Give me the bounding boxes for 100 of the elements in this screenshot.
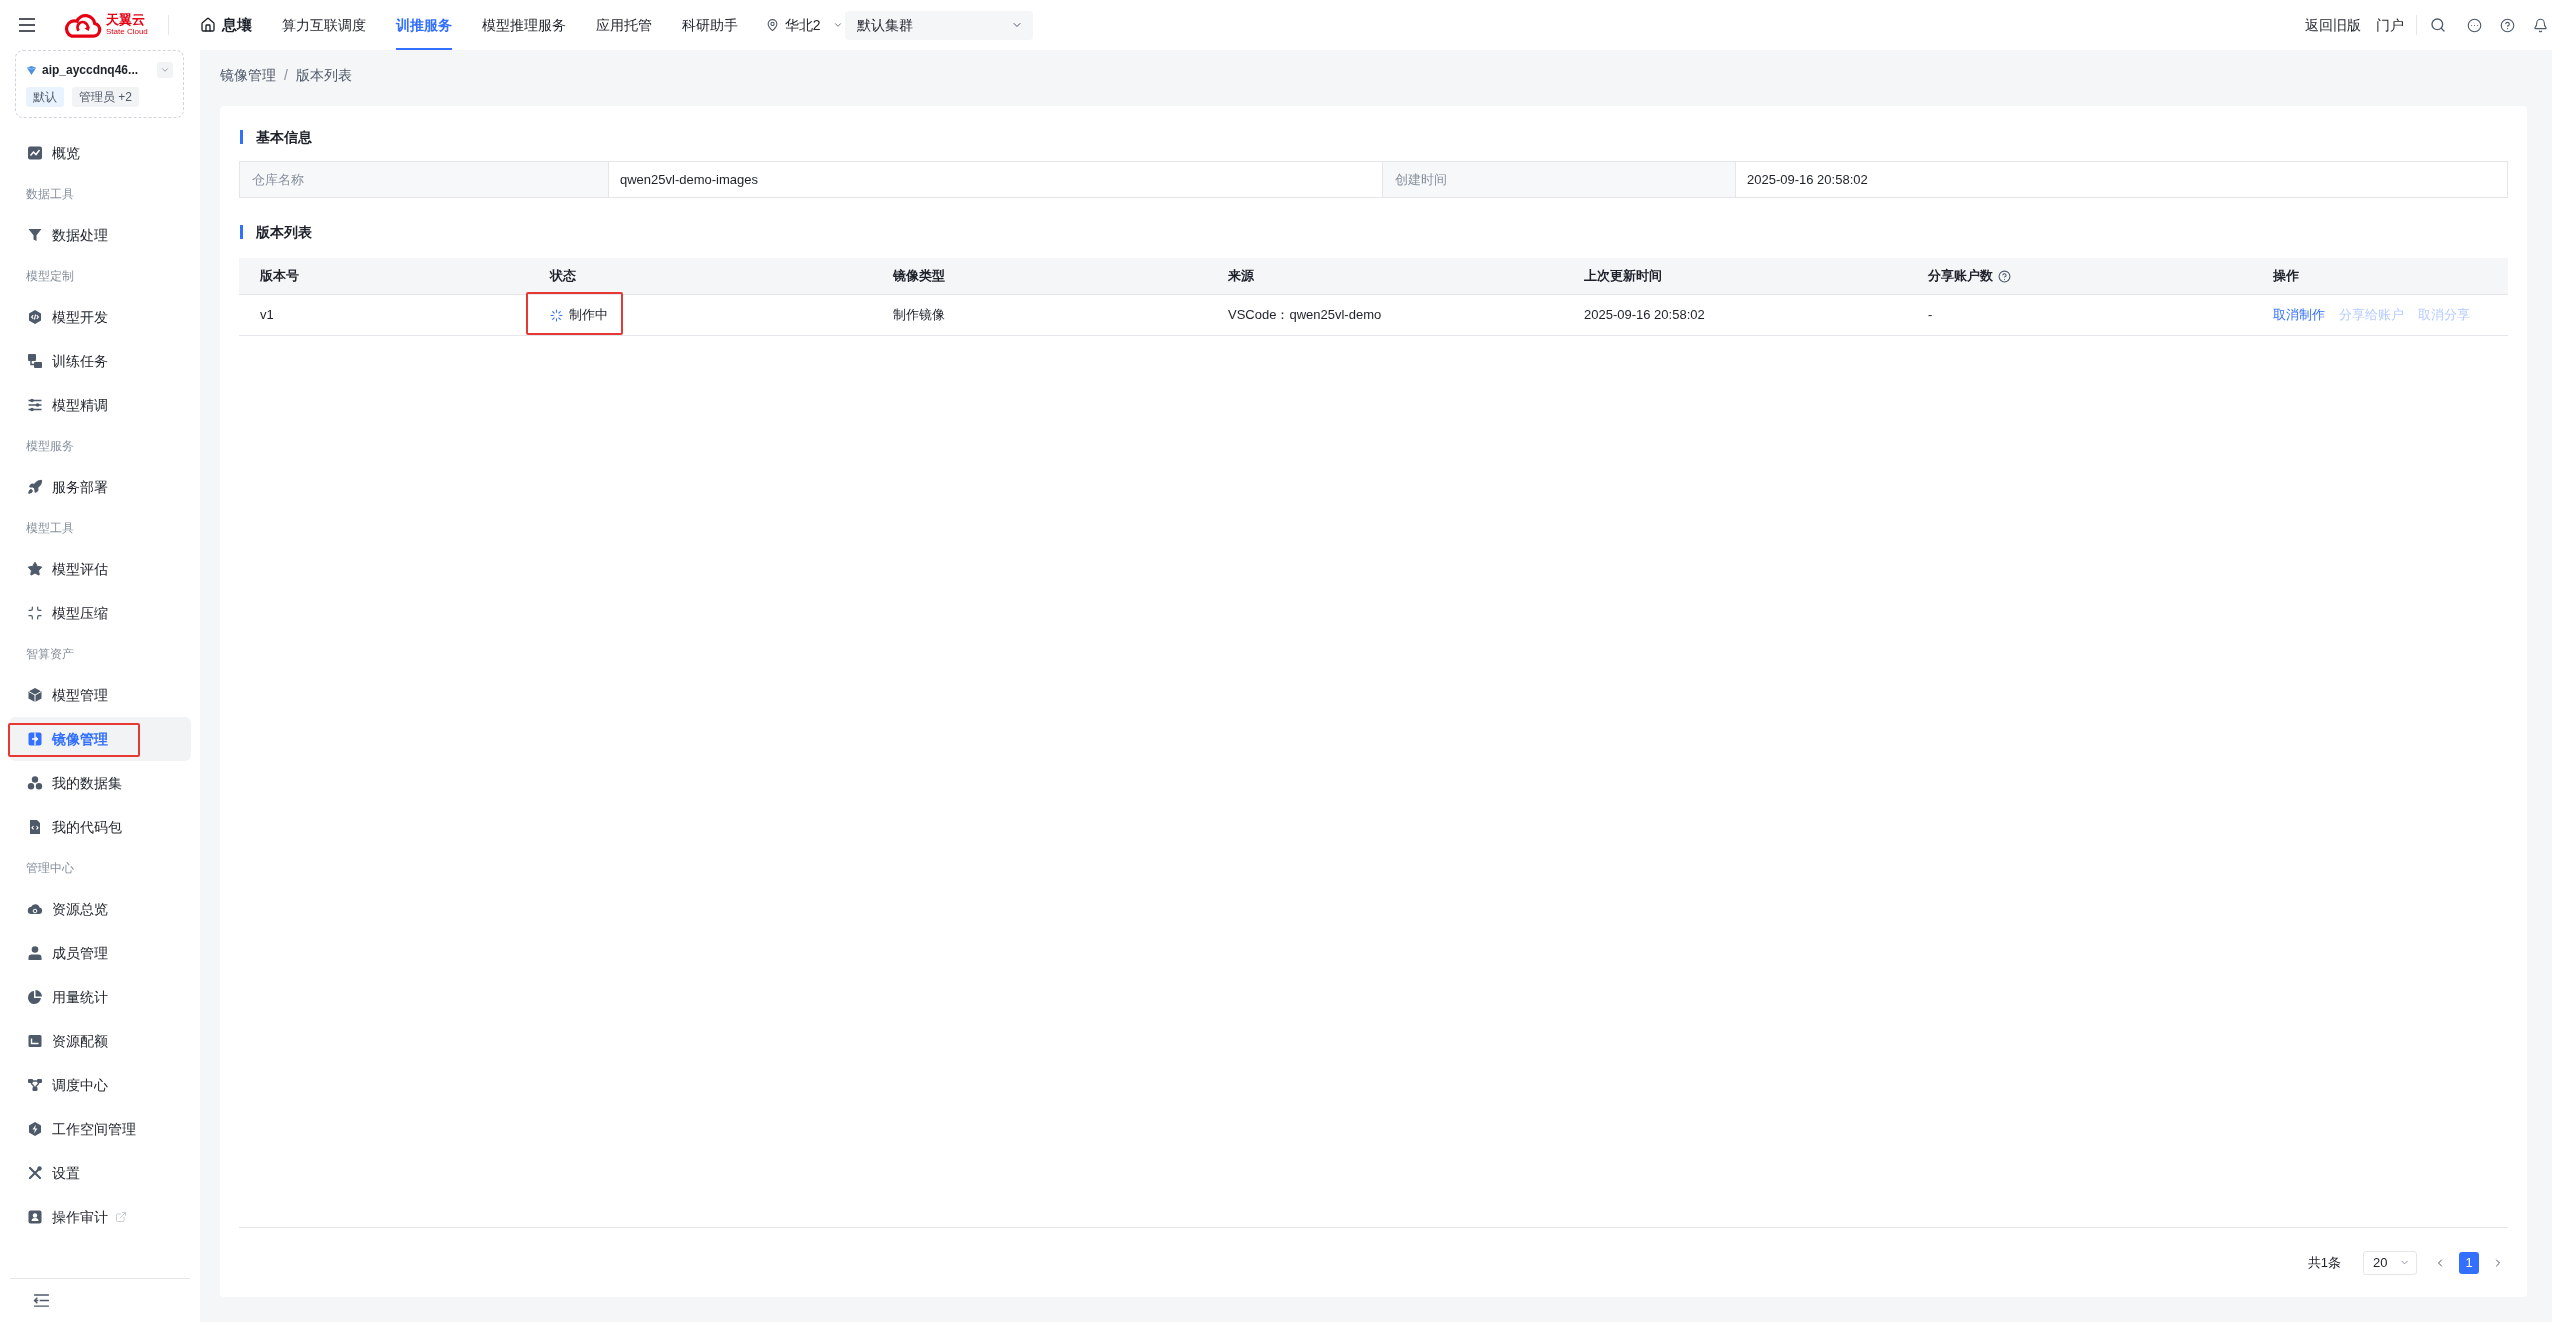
sidebar-item[interactable]: 成员管理 [9, 931, 191, 975]
sidebar-item[interactable]: 调度中心 [9, 1063, 191, 1107]
sidebar-item[interactable]: 服务部署 [9, 465, 191, 509]
pie-chart-icon [27, 989, 43, 1005]
collapse-icon [32, 1294, 50, 1307]
info-value: 2025-09-16 20:58:02 [1747, 170, 1868, 189]
network-icon [27, 1077, 43, 1093]
location-pin-icon [765, 18, 779, 32]
star-icon [27, 561, 43, 577]
cloud-logo-icon [62, 11, 104, 39]
notification-button[interactable] [2532, 17, 2548, 33]
sidebar-item[interactable]: 我的代码包 [9, 805, 191, 849]
help-icon [2499, 17, 2515, 33]
header-link[interactable]: 门户 [2376, 14, 2404, 36]
header-link[interactable]: 返回旧版 [2305, 14, 2361, 36]
column-header: 操作 [2273, 267, 2299, 286]
section-title: 版本列表 [256, 222, 312, 242]
cube-icon [27, 687, 43, 703]
column-header: 镜像类型 [893, 267, 945, 286]
spinner-icon [550, 308, 563, 322]
brand-subtitle: State Cloud [106, 27, 148, 37]
page-size-select[interactable]: 20 [2363, 1250, 2417, 1275]
sidebar-item[interactable]: 工作空间管理 [9, 1107, 191, 1151]
sidebar-section-label: 模型工具 [26, 520, 74, 537]
sidebar-section-label: 模型定制 [26, 268, 74, 285]
accent-bar [240, 130, 243, 144]
sidebar-item[interactable]: 模型精调 [9, 383, 191, 427]
sidebar-section-label: 数据工具 [26, 186, 74, 203]
sidebar-item[interactable]: 模型开发 [9, 295, 191, 339]
sidebar-section-label: 智算资产 [26, 646, 74, 663]
home-link[interactable]: 息壤 [199, 13, 252, 37]
frame-icon [27, 1033, 43, 1049]
column-header: 版本号 [260, 267, 299, 286]
page-button[interactable]: 1 [2459, 1251, 2479, 1274]
total-count: 共1条 [2307, 1253, 2341, 1272]
table-cell-text: v1 [260, 306, 274, 325]
workspace-name: aip_ayccdnq46... [42, 62, 139, 79]
squares-icon [27, 353, 43, 369]
status-label: 制作中 [569, 306, 608, 325]
collapse-sidebar-button[interactable] [32, 1292, 50, 1309]
sidebar-item[interactable]: 资源配额 [9, 1019, 191, 1063]
brand-name: 天翼云 [106, 13, 146, 27]
workspace-tag: 管理员 +2 [72, 87, 139, 107]
accent-bar [240, 225, 243, 239]
menu-icon [19, 18, 35, 32]
info-value: qwen25vl-demo-images [620, 170, 758, 189]
nav-tab[interactable]: 应用托管 [595, 0, 652, 50]
sidebar-item[interactable]: 概览 [9, 131, 191, 175]
sidebar-item[interactable]: 镜像管理 [9, 717, 191, 761]
bolt-icon [27, 1121, 43, 1137]
circles-icon [27, 775, 43, 791]
column-header: 状态 [550, 267, 576, 286]
home-icon [199, 17, 216, 33]
chevron-down-icon [160, 65, 170, 75]
nav-tab[interactable]: 模型推理服务 [481, 0, 566, 50]
contact-icon [27, 1209, 43, 1225]
nav-tab[interactable]: 科研助手 [681, 0, 738, 50]
chart-icon [27, 145, 43, 161]
column-header: 上次更新时间 [1584, 267, 1662, 286]
minimize-icon [27, 605, 43, 621]
code-icon [27, 309, 43, 325]
nav-tab[interactable]: 算力互联调度 [281, 0, 366, 50]
rocket-icon [27, 479, 43, 495]
breadcrumb-item[interactable]: 镜像管理 [220, 64, 276, 86]
region-select[interactable]: 华北2 [765, 14, 843, 36]
search-icon [2430, 17, 2446, 33]
gem-icon [26, 64, 37, 76]
sidebar-item[interactable]: 数据处理 [9, 213, 191, 257]
sidebar-item[interactable]: 模型管理 [9, 673, 191, 717]
more-button[interactable] [2466, 17, 2482, 33]
breadcrumb-separator: / [284, 65, 288, 85]
table-cell-text: VSCode：qwen25vl-demo [1228, 306, 1382, 325]
cluster-select[interactable]: 默认集群 [844, 10, 1033, 40]
help-button[interactable] [2499, 17, 2515, 33]
workspace-tag: 默认 [26, 87, 64, 107]
sidebar-section-label: 管理中心 [26, 860, 74, 877]
action-link[interactable]: 取消制作 [2273, 305, 2325, 325]
sidebar-section-label: 模型服务 [26, 438, 74, 455]
chevron-down-icon [832, 20, 843, 30]
sidebar-item[interactable]: 用量统计 [9, 975, 191, 1019]
table-cell-text: 2025-09-16 20:58:02 [1584, 306, 1705, 325]
info-label: 仓库名称 [252, 170, 304, 189]
sidebar-item[interactable]: 模型压缩 [9, 591, 191, 635]
column-header: 来源 [1228, 267, 1254, 286]
sidebar-item[interactable]: 训练任务 [9, 339, 191, 383]
code-file-icon [27, 819, 43, 835]
section-title: 基本信息 [256, 127, 312, 147]
sidebar-item[interactable]: 我的数据集 [9, 761, 191, 805]
sidebar-item[interactable]: 操作审计 [9, 1195, 191, 1239]
user-icon [27, 945, 43, 961]
cloud-icon [27, 901, 43, 917]
panel-icon [27, 731, 43, 747]
sidebar-item[interactable]: 设置 [9, 1151, 191, 1195]
table-cell-text: 制作镜像 [893, 306, 945, 325]
sidebar-item[interactable]: 模型评估 [9, 547, 191, 591]
search-button[interactable] [2430, 17, 2446, 33]
sidebar-item[interactable]: 资源总览 [9, 887, 191, 931]
tools-icon [27, 1165, 43, 1181]
info-label: 创建时间 [1395, 170, 1447, 189]
funnel-icon [27, 227, 43, 243]
